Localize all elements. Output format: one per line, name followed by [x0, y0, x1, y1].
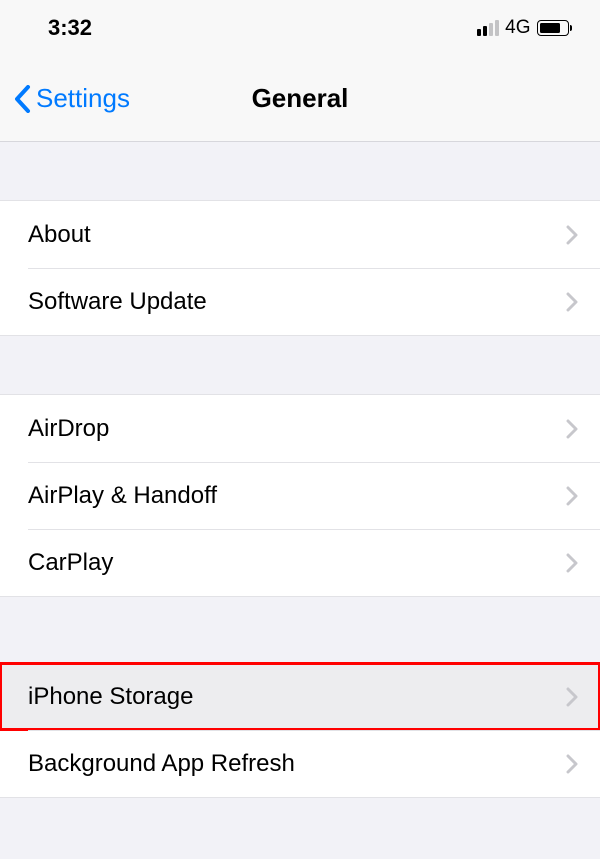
back-label: Settings: [36, 83, 130, 114]
chevron-right-icon: [566, 419, 578, 439]
list-group-3: iPhone Storage Background App Refresh: [0, 662, 600, 798]
row-carplay[interactable]: CarPlay: [0, 529, 600, 596]
battery-fill: [540, 23, 560, 33]
chevron-right-icon: [566, 225, 578, 245]
section-gap: [0, 142, 600, 200]
status-indicators: 4G: [477, 17, 572, 39]
network-type: 4G: [505, 17, 530, 39]
chevron-right-icon: [566, 292, 578, 312]
section-gap: [0, 798, 600, 856]
row-label: CarPlay: [28, 549, 113, 577]
section-gap: [0, 597, 600, 662]
section-gap: [0, 336, 600, 394]
chevron-right-icon: [566, 754, 578, 774]
list-group-1: About Software Update: [0, 200, 600, 336]
row-background-app-refresh[interactable]: Background App Refresh: [0, 730, 600, 797]
row-label: Background App Refresh: [28, 750, 295, 778]
chevron-right-icon: [566, 486, 578, 506]
row-airplay-handoff[interactable]: AirPlay & Handoff: [0, 462, 600, 529]
status-bar: 3:32 4G: [0, 0, 600, 56]
cellular-signal-icon: [477, 20, 499, 36]
row-software-update[interactable]: Software Update: [0, 268, 600, 335]
nav-header: Settings General: [0, 56, 600, 142]
row-iphone-storage[interactable]: iPhone Storage: [0, 663, 600, 730]
row-label: Software Update: [28, 288, 207, 316]
chevron-right-icon: [566, 553, 578, 573]
row-label: AirPlay & Handoff: [28, 482, 217, 510]
row-label: About: [28, 221, 91, 249]
row-about[interactable]: About: [0, 201, 600, 268]
list-group-2: AirDrop AirPlay & Handoff CarPlay: [0, 394, 600, 597]
battery-icon: [537, 20, 573, 36]
row-label: AirDrop: [28, 415, 109, 443]
row-label: iPhone Storage: [28, 683, 193, 711]
back-button[interactable]: Settings: [0, 83, 130, 114]
row-airdrop[interactable]: AirDrop: [0, 395, 600, 462]
status-time: 3:32: [48, 15, 92, 41]
chevron-right-icon: [566, 687, 578, 707]
chevron-left-icon: [14, 85, 32, 113]
